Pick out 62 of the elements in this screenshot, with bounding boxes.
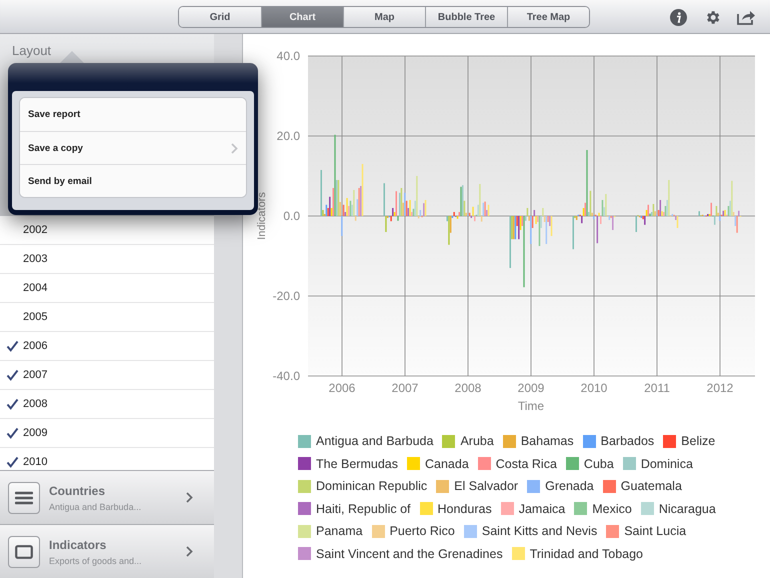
y-axis-label: 40.0 bbox=[276, 49, 300, 63]
x-axis-label: 2006 bbox=[328, 381, 356, 395]
y-axis-label: -40.0 bbox=[272, 369, 300, 383]
legend-label: Costa Rica bbox=[496, 456, 557, 471]
y-axis-label: -20.0 bbox=[272, 289, 300, 303]
view-tab[interactable]: Grid bbox=[179, 7, 261, 27]
legend-label: Canada bbox=[424, 456, 469, 471]
x-axis-label: 2010 bbox=[580, 381, 608, 395]
legend-label: Mexico bbox=[592, 502, 632, 516]
view-tab[interactable]: Tree Map bbox=[507, 7, 589, 27]
view-tab[interactable]: Chart bbox=[261, 7, 343, 27]
y-axis-label: 20.0 bbox=[276, 129, 300, 143]
year-list-item[interactable]: 2006 bbox=[0, 332, 214, 361]
legend-label: Aruba bbox=[460, 434, 494, 448]
legend-label: Saint Lucia bbox=[624, 524, 686, 538]
legend-label: Grenada bbox=[545, 479, 594, 494]
legend-label: Antigua and Barbuda bbox=[316, 434, 434, 448]
year-list-item[interactable]: 2009 bbox=[0, 419, 214, 448]
year-list-item[interactable]: 2007 bbox=[0, 361, 214, 390]
legend-label: Guatemala bbox=[620, 479, 682, 494]
year-list-item[interactable]: 2002 bbox=[0, 216, 214, 245]
legend-label: Panama bbox=[316, 524, 363, 538]
legend-label: Bahamas bbox=[520, 434, 574, 448]
menu-item[interactable]: Save report bbox=[20, 98, 246, 131]
legend-label: Saint Kitts and Nevis bbox=[482, 524, 598, 538]
panel-button[interactable]: Countries Antigua and Barbuda... bbox=[0, 470, 214, 524]
x-axis-label: 2011 bbox=[644, 381, 670, 395]
legend-label: Barbados bbox=[600, 434, 654, 448]
legend-label: Jamaica bbox=[518, 502, 566, 516]
legend-label: Nicaragua bbox=[658, 502, 716, 516]
legend-label: Dominica bbox=[640, 456, 693, 471]
legend-label: Haiti, Republic of bbox=[316, 502, 410, 516]
y-axis-label: 0.0 bbox=[283, 209, 300, 223]
year-list-item[interactable]: 2005 bbox=[0, 303, 214, 332]
legend-label: Dominican Republic bbox=[316, 479, 428, 494]
legend-label: Trinidad and Tobago bbox=[530, 546, 643, 561]
y-axis-title: Indicators bbox=[256, 192, 268, 240]
legend-label: Belize bbox=[681, 434, 716, 448]
x-axis-title: Time bbox=[518, 399, 544, 413]
x-axis-label: 2007 bbox=[392, 381, 418, 395]
legend-label: Cuba bbox=[584, 456, 614, 471]
year-list-item[interactable]: 2008 bbox=[0, 390, 214, 419]
x-axis-label: 2008 bbox=[454, 381, 482, 395]
view-tab[interactable]: Map bbox=[343, 7, 425, 27]
panel-button[interactable]: Indicators Exports of goods and... bbox=[0, 524, 214, 578]
panel-subtitle: Antigua and Barbuda... bbox=[49, 502, 142, 512]
legend-label: El Salvador bbox=[454, 479, 518, 494]
panel-title: Countries bbox=[49, 484, 106, 498]
year-list-item[interactable]: 2004 bbox=[0, 274, 214, 303]
panel-subtitle: Exports of goods and... bbox=[49, 556, 143, 566]
menu-item[interactable]: Send by email bbox=[20, 164, 246, 197]
panel-title: Indicators bbox=[49, 538, 108, 552]
year-list-item[interactable]: 2003 bbox=[0, 245, 214, 274]
x-axis-label: 2009 bbox=[518, 381, 544, 395]
legend-label: Puerto Rico bbox=[390, 524, 455, 538]
sidebar-title: Layout bbox=[12, 43, 52, 58]
legend-label: Saint Vincent and the Grenadines bbox=[316, 546, 503, 561]
x-axis-label: 2012 bbox=[706, 381, 734, 395]
menu-item[interactable]: Save a copy bbox=[20, 131, 246, 164]
legend-label: The Bermudas bbox=[316, 456, 398, 471]
legend-label: Honduras bbox=[438, 502, 492, 516]
view-tab[interactable]: Bubble Tree bbox=[425, 7, 507, 27]
